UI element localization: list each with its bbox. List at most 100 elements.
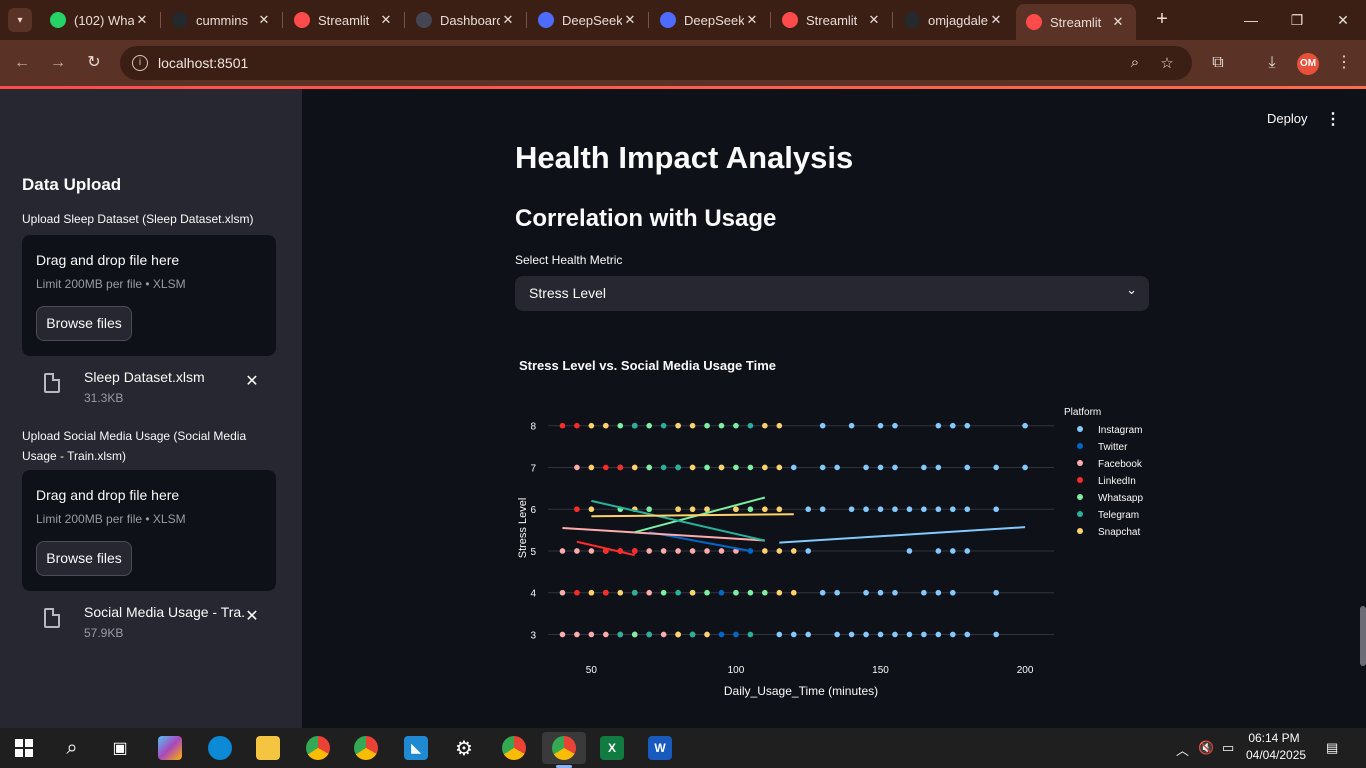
windows-start-icon[interactable] — [4, 732, 44, 764]
browser-tab[interactable]: Dashboard ✕ — [406, 4, 526, 36]
data-point-snapchat — [762, 422, 768, 429]
new-tab-button[interactable]: + — [1150, 8, 1174, 32]
data-point-snapchat — [675, 422, 681, 429]
scatter-chart[interactable]: 3 4 5 6 7 8 50 100 150 200 Daily_Usage_Time (minut… — [514, 389, 1154, 707]
speaker-muted-icon[interactable]: 🔇 — [1198, 740, 1214, 756]
download-icon[interactable]: ⤓ — [1261, 52, 1283, 74]
network-icon[interactable]: ▭ — [1222, 740, 1234, 756]
vscode-icon[interactable]: ◣ — [396, 732, 436, 764]
data-point-instagram — [863, 464, 869, 471]
extensions-icon[interactable]: ⧉ — [1207, 52, 1229, 74]
remove-file-icon[interactable]: ✕ — [244, 606, 260, 626]
data-point-instagram — [935, 422, 942, 429]
browser-tab[interactable]: DeepSeek ✕ — [650, 4, 770, 36]
forward-icon[interactable]: → — [46, 51, 70, 75]
data-point-snapchat — [718, 464, 725, 471]
browser-tab[interactable]: (102) WhatsApp✕ — [40, 4, 160, 36]
tab-close-icon[interactable]: ✕ — [134, 12, 150, 28]
tab-label: cummins — [196, 12, 249, 28]
copilot-icon[interactable] — [150, 732, 190, 764]
notification-icon[interactable]: ▤ — [1326, 740, 1338, 756]
streamlit-icon — [1026, 14, 1042, 30]
reload-icon[interactable]: ↻ — [82, 51, 106, 75]
health-metric-select[interactable]: Stress Level ⌄ — [515, 276, 1149, 311]
tab-close-icon[interactable]: ✕ — [744, 12, 760, 28]
profile-avatar[interactable]: OM — [1297, 53, 1319, 75]
data-point-facebook — [574, 631, 580, 638]
data-point-instagram — [863, 589, 869, 596]
file-explorer-icon[interactable] — [248, 732, 288, 764]
tab-label: omjagdale — [928, 12, 988, 28]
data-point-snapchat — [689, 506, 696, 513]
browser-tab[interactable]: Streamlit ✕ — [1016, 4, 1136, 40]
data-point-instagram — [819, 506, 826, 513]
data-point-instagram — [935, 464, 942, 471]
deepseek-icon — [660, 12, 676, 28]
tab-close-icon[interactable]: ✕ — [378, 12, 394, 28]
main-menu-icon[interactable]: ⋮ — [1325, 109, 1341, 129]
dropzone-social[interactable]: Drag and drop file here Limit 200MB per … — [22, 470, 276, 591]
taskbar-clock[interactable]: 06:14 PM 04/04/2025 — [1246, 730, 1306, 764]
browser-tab[interactable]: omjagdale ✕ — [894, 4, 1014, 36]
maximize-icon[interactable]: ❐ — [1274, 0, 1320, 40]
tray-chevron-up-icon[interactable]: ︿ — [1176, 740, 1189, 759]
data-point-snapchat — [588, 422, 595, 429]
browse-files-button[interactable]: Browse files — [36, 541, 132, 576]
tab-search-button[interactable]: ▾ — [8, 8, 32, 32]
edge-icon[interactable] — [200, 732, 240, 764]
settings-gear-icon[interactable]: ⚙ — [444, 732, 484, 764]
file-size: 31.3KB — [84, 391, 124, 405]
dropzone-limit: Limit 200MB per file • XLSM — [36, 277, 186, 291]
page-title: Health Impact Analysis — [515, 140, 854, 175]
minimize-icon[interactable]: — — [1228, 0, 1274, 40]
github-icon — [904, 12, 920, 28]
browser-tab[interactable]: DeepSeek ✕ — [528, 4, 648, 36]
data-point-instagram — [993, 589, 999, 596]
dropzone-sleep[interactable]: Drag and drop file here Limit 200MB per … — [22, 235, 276, 356]
tab-close-icon[interactable]: ✕ — [866, 12, 882, 28]
tab-close-icon[interactable]: ✕ — [500, 12, 516, 28]
chrome-profile-icon[interactable] — [298, 732, 338, 764]
chrome-icon[interactable] — [346, 732, 386, 764]
browser-tab[interactable]: cummins ✕ — [162, 4, 282, 36]
tab-close-icon[interactable]: ✕ — [1110, 14, 1126, 30]
task-view-icon[interactable]: ▣ — [100, 732, 140, 764]
address-bar[interactable]: i localhost:8501 ⌕ ☆ — [120, 46, 1192, 80]
tab-close-icon[interactable]: ✕ — [256, 12, 272, 28]
chrome-menu-icon[interactable]: ⋮ — [1333, 52, 1355, 74]
tab-close-icon[interactable]: ✕ — [622, 12, 638, 28]
data-point-facebook — [675, 548, 681, 554]
zoom-icon[interactable]: ⌕ — [1126, 54, 1144, 72]
select-label: Select Health Metric — [515, 253, 623, 267]
data-point-facebook — [588, 548, 595, 554]
data-point-telegram — [631, 589, 638, 596]
deploy-button[interactable]: Deploy — [1267, 111, 1307, 126]
main-scrollbar[interactable] — [1360, 606, 1366, 666]
browser-tab[interactable]: Streamlit ✕ — [772, 4, 892, 36]
tab-label: Streamlit — [318, 12, 370, 28]
close-window-icon[interactable]: ✕ — [1320, 0, 1366, 40]
excel-icon[interactable]: X — [592, 732, 632, 764]
remove-file-icon[interactable]: ✕ — [244, 371, 260, 391]
data-point-whatsapp — [718, 422, 725, 429]
data-point-instagram — [877, 589, 884, 596]
data-point-linkedin — [574, 589, 580, 596]
data-point-instagram — [790, 631, 797, 638]
chrome-om-icon[interactable] — [494, 732, 534, 764]
word-icon[interactable]: W — [640, 732, 680, 764]
data-point-whatsapp — [660, 589, 667, 596]
data-point-facebook — [559, 631, 566, 638]
browser-tab[interactable]: Streamlit ✕ — [284, 4, 404, 36]
data-point-instagram — [790, 464, 797, 471]
data-point-instagram — [950, 631, 956, 638]
chart-title: Stress Level vs. Social Media Usage Time — [519, 358, 776, 373]
tab-close-icon[interactable]: ✕ — [988, 12, 1004, 28]
back-icon[interactable]: ← — [10, 51, 34, 75]
bookmark-star-icon[interactable]: ☆ — [1158, 54, 1176, 72]
search-icon[interactable]: ⌕ — [52, 732, 92, 764]
data-point-whatsapp — [617, 422, 624, 429]
github-icon — [172, 12, 188, 28]
site-info-icon[interactable]: i — [132, 55, 148, 71]
chrome-active-icon[interactable] — [542, 732, 586, 764]
browse-files-button[interactable]: Browse files — [36, 306, 132, 341]
